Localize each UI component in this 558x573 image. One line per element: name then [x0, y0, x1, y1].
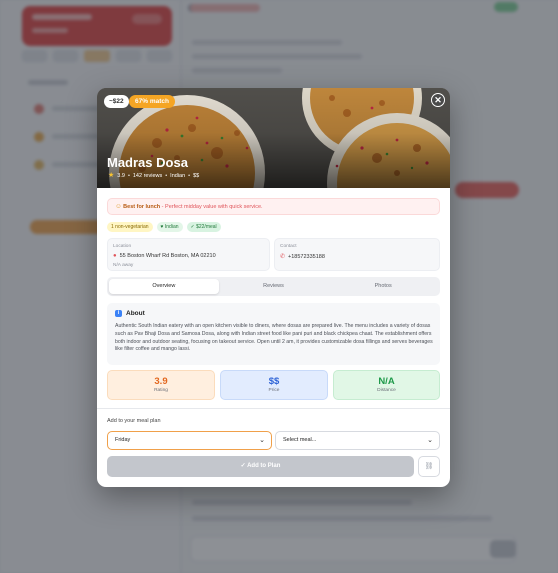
stat-distance-label: Distance	[377, 388, 396, 393]
stat-price: $$ Price	[220, 370, 328, 400]
stat-distance: N/A Distance	[333, 370, 440, 400]
about-text: Authentic South Indian eatery with an op…	[115, 323, 433, 353]
map-pin-icon: ●	[113, 253, 117, 259]
about-title: About	[126, 310, 145, 317]
restaurant-detail-modal: ~$22 67% match ✕ Madras Dosa ★ 3.9 • 142…	[97, 88, 450, 487]
cuisine: Indian	[170, 172, 186, 179]
distance-text: N/A away	[113, 263, 134, 268]
info-icon: i	[115, 310, 122, 317]
share-link-button[interactable]: ⛓	[418, 456, 440, 477]
stat-price-value: $$	[268, 376, 280, 387]
close-icon: ✕	[434, 95, 442, 105]
tab-photos[interactable]: Photos	[328, 279, 438, 294]
contact-box: Contact ✆ +18572335188	[274, 238, 440, 271]
about-section: i About Authentic South Indian eatery wi…	[107, 303, 440, 365]
meal-select-value: Select meal...	[283, 437, 317, 443]
price-badge: ~$22	[104, 95, 129, 108]
restaurant-meta: ★ 3.9 • 142 reviews • Indian • $$	[108, 172, 200, 179]
link-icon: ⛓	[424, 463, 434, 470]
stat-rating: 3.9 Rating	[107, 370, 215, 400]
match-badge: 67% match	[129, 95, 175, 108]
close-button[interactable]: ✕	[431, 93, 445, 107]
tag-diet: 1 non-vegetarian	[107, 222, 153, 232]
price-level: $$	[193, 172, 200, 179]
best-for-text: - Perfect midday value with quick servic…	[160, 204, 263, 210]
location-box: Location ● 55 Boston Wharf Rd Boston, MA…	[107, 238, 270, 271]
tab-overview[interactable]: Overview	[109, 279, 219, 294]
address[interactable]: 55 Boston Wharf Rd Boston, MA 02210	[120, 253, 216, 259]
meal-select[interactable]: Select meal... ⌄	[275, 431, 440, 450]
phone-number[interactable]: +18572335188	[288, 254, 325, 260]
chevron-down-icon: ⌄	[259, 437, 265, 444]
contact-label: Contact	[280, 244, 297, 249]
stat-rating-label: Rating	[154, 388, 168, 393]
divider	[97, 408, 450, 409]
hero-image: ~$22 67% match ✕ Madras Dosa ★ 3.9 • 142…	[97, 88, 450, 188]
rating-value: 3.9	[117, 172, 125, 179]
add-to-plan-button[interactable]: ✓ Add to Plan	[107, 456, 414, 477]
star-icon: ★	[108, 172, 115, 179]
day-select-value: Friday	[115, 437, 131, 443]
tag-price: ✓ $22/meal	[186, 222, 221, 232]
restaurant-name: Madras Dosa	[107, 155, 188, 170]
smile-icon: ☺	[115, 203, 122, 210]
best-for-label: Best for lunch	[123, 204, 161, 210]
stat-distance-value: N/A	[378, 376, 395, 387]
tag-cuisine: ♥ Indian	[156, 222, 183, 232]
location-label: Location	[113, 244, 132, 249]
meal-plan-label: Add to your meal plan	[107, 418, 161, 424]
stat-rating-value: 3.9	[154, 376, 168, 387]
day-select[interactable]: Friday ⌄	[107, 431, 272, 450]
tag-list: 1 non-vegetarian ♥ Indian ✓ $22/meal	[107, 222, 221, 232]
review-count: 142 reviews	[132, 172, 163, 179]
stat-price-label: Price	[268, 388, 280, 393]
chevron-down-icon: ⌄	[427, 437, 433, 444]
tab-reviews[interactable]: Reviews	[219, 279, 329, 294]
phone-icon: ✆	[280, 254, 286, 260]
detail-tabs: Overview Reviews Photos	[107, 277, 440, 296]
best-for-banner: ☺ Best for lunch - Perfect midday value …	[107, 198, 440, 215]
